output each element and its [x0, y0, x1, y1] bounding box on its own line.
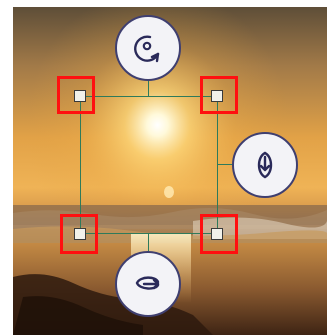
selection-frame-top-edge	[80, 96, 218, 97]
highlight-box-bottom-left	[60, 214, 98, 254]
rotate-vertical-icon	[247, 147, 283, 183]
rotate-horizontal-icon	[130, 266, 166, 302]
selection-frame-bottom-edge	[80, 233, 218, 234]
highlight-box-top-left	[57, 76, 95, 114]
rotate-clockwise-icon	[130, 30, 166, 66]
rotate-top-button[interactable]	[115, 15, 181, 81]
highlight-box-bottom-right	[200, 214, 238, 254]
highlight-box-top-right	[200, 76, 238, 114]
rotate-bottom-button[interactable]	[115, 251, 181, 317]
rotate-bottom-stem	[148, 233, 149, 251]
rotate-right-button[interactable]	[232, 132, 298, 198]
